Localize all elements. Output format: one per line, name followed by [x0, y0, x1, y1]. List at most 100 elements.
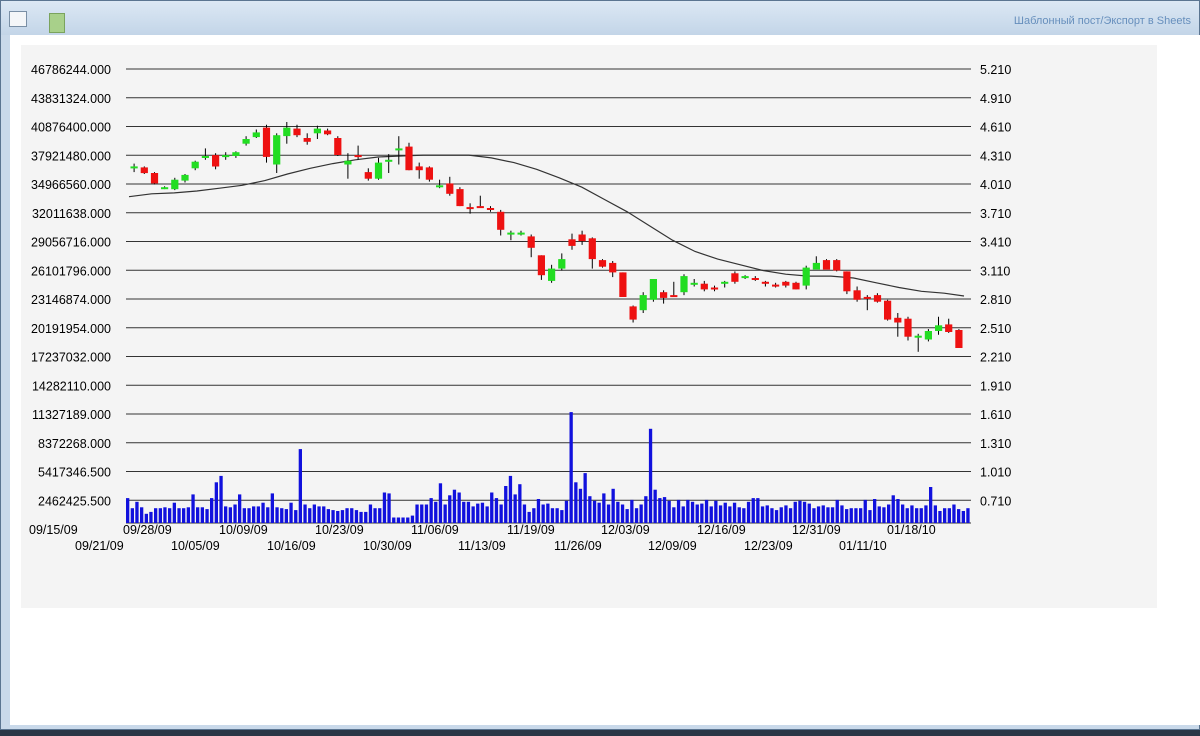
- candle-down: [324, 130, 332, 135]
- candle-up: [273, 135, 281, 165]
- volume-bar: [882, 507, 886, 523]
- volume-bar: [938, 511, 942, 523]
- volume-bar: [336, 511, 340, 523]
- volume-bar: [541, 504, 545, 523]
- volume-bar: [830, 507, 835, 523]
- volume-bar: [378, 508, 382, 523]
- volume-bar: [424, 504, 429, 523]
- volume-bar: [522, 504, 527, 523]
- volume-bar: [368, 504, 373, 523]
- volume-bar: [513, 494, 517, 523]
- candle-down: [873, 295, 882, 302]
- volume-bar: [270, 493, 274, 523]
- volume-bar: [196, 507, 200, 523]
- volume-bar: [261, 502, 265, 523]
- volume-bar: [140, 507, 144, 523]
- x-tick-label: 09/21/09: [75, 539, 124, 553]
- volume-bar: [172, 502, 176, 523]
- stock-chart: 46786244.000 43831324.000 40876400.000 3792…: [29, 63, 1011, 553]
- left-tick-label: 20191954.000: [31, 322, 111, 336]
- candle-down: [904, 318, 912, 337]
- candle-up: [313, 128, 321, 134]
- candle-up: [395, 148, 403, 151]
- candle-down: [293, 128, 301, 136]
- volume-bar: [644, 496, 648, 523]
- volume-bar: [266, 507, 270, 523]
- candle-down: [354, 155, 362, 158]
- candle-up: [741, 276, 749, 279]
- volume-bar: [588, 496, 592, 523]
- volume-bar: [135, 501, 139, 523]
- x-tick-label: 10/23/09: [315, 523, 364, 537]
- volume-bar: [219, 475, 223, 523]
- volume-bar: [961, 511, 965, 523]
- candle-up: [201, 156, 209, 158]
- candle-down: [588, 238, 596, 260]
- volume-bar: [662, 497, 667, 523]
- volume-bar: [891, 495, 895, 523]
- volume-bar: [592, 500, 597, 523]
- volume-bar: [779, 507, 783, 523]
- volume-bar: [476, 503, 480, 523]
- x-tick-label: 10/16/09: [267, 539, 316, 553]
- volume-bar: [247, 508, 251, 523]
- grid-lines: [126, 68, 971, 524]
- volume-bar: [672, 507, 676, 523]
- volume-bar: [569, 412, 573, 523]
- volume-bar: [396, 517, 401, 523]
- candle-up: [161, 187, 169, 190]
- volume-bar: [625, 509, 629, 523]
- volume-bar: [821, 505, 825, 523]
- title-bar[interactable]: Шаблонный пост/Экспорт в Sheets: [1, 1, 1199, 35]
- volume-bar: [947, 508, 951, 523]
- volume-bar: [578, 488, 583, 523]
- volume-bar: [200, 507, 204, 523]
- volume-bar: [130, 508, 134, 523]
- candle-down: [150, 173, 159, 184]
- candle-down: [598, 260, 607, 267]
- candle-down: [446, 183, 454, 194]
- volume-bar: [929, 487, 933, 523]
- volume-bar: [807, 503, 811, 523]
- x-tick-label: 11/19/09: [507, 523, 555, 537]
- volume-bar: [205, 509, 209, 523]
- document-icon[interactable]: [9, 11, 27, 27]
- right-tick-label: 1.610: [980, 408, 1011, 422]
- volume-bar: [354, 510, 359, 523]
- volume-bar: [943, 508, 947, 523]
- volume-bar: [443, 504, 447, 523]
- volume-bars: [126, 412, 970, 523]
- candle-up: [517, 232, 525, 235]
- volume-bar: [303, 504, 307, 523]
- candle-down: [853, 290, 861, 300]
- candle-up: [191, 161, 199, 169]
- volume-bar: [420, 504, 424, 523]
- volume-bar: [793, 501, 797, 523]
- volume-bar: [233, 504, 237, 523]
- volume-bar: [639, 504, 643, 523]
- volume-bar: [340, 510, 345, 523]
- volume-bar: [756, 498, 760, 523]
- candle-down: [710, 287, 719, 290]
- volume-bar: [518, 484, 522, 523]
- volume-bar: [700, 503, 704, 523]
- volume-bar: [536, 499, 541, 523]
- candle-down: [670, 295, 678, 298]
- left-tick-label: 46786244.000: [31, 63, 111, 77]
- left-tick-label: 5417346.500: [38, 466, 111, 480]
- right-tick-label: 4.910: [980, 92, 1011, 106]
- volume-bar: [952, 504, 956, 523]
- candle-up: [548, 268, 556, 281]
- candle-down: [945, 324, 953, 332]
- volume-bar: [826, 507, 830, 523]
- volume-bar: [611, 488, 615, 523]
- volume-bar: [695, 504, 699, 523]
- green-file-icon[interactable]: [49, 13, 65, 33]
- volume-bar: [126, 498, 130, 523]
- left-tick-label: 8372268.000: [38, 437, 111, 451]
- volume-bar: [686, 499, 690, 523]
- candle-down: [212, 155, 220, 167]
- volume-bar: [308, 508, 312, 523]
- candlesticks: [130, 122, 963, 352]
- volume-bar: [653, 489, 657, 523]
